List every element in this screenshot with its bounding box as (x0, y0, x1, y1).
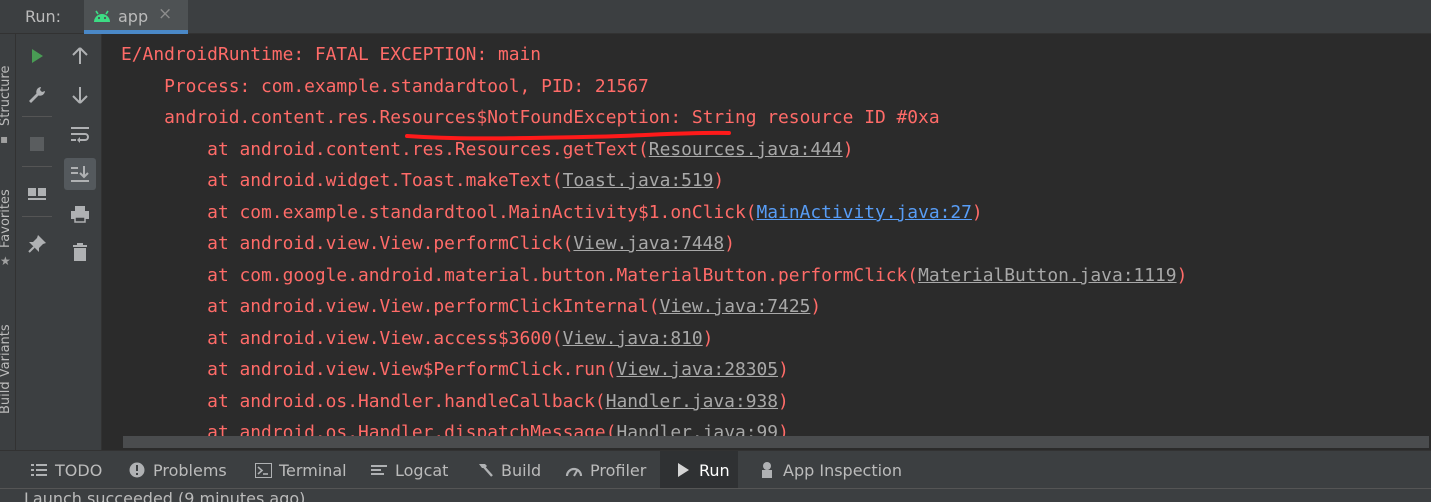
arrow-down-icon (72, 87, 88, 104)
pin-icon (28, 235, 46, 253)
tab-problems[interactable]: Problems (128, 451, 227, 489)
stop-icon (30, 137, 44, 151)
console-line: at com.example.standardtool.MainActivity… (121, 202, 983, 223)
run-tool-header: Run: app × (0, 0, 1431, 34)
favorites-tab[interactable]: Favorites (0, 189, 13, 248)
left-tool-strip: Structure ▪ Favorites ★ Build Variants (0, 34, 16, 450)
tab-build[interactable]: Build (476, 451, 541, 489)
console-line: at android.view.View$PerformClick.run(Vi… (121, 359, 789, 380)
stack-trace-link[interactable]: Resources.java:444 (649, 139, 843, 160)
layout-icon (28, 188, 46, 200)
hammer-icon (476, 461, 494, 479)
structure-icon: ▪ (0, 132, 9, 146)
tab-label: Profiler (590, 460, 647, 480)
build-variants-tab[interactable]: Build Variants (0, 324, 13, 414)
tab-profiler[interactable]: Profiler (565, 451, 646, 489)
console-line: at android.widget.Toast.makeText(Toast.j… (121, 170, 725, 191)
tab-logcat[interactable]: Logcat (370, 451, 448, 489)
console-line: at com.google.android.material.button.Ma… (121, 265, 1188, 286)
stack-trace-link[interactable]: MainActivity.java:27 (757, 202, 972, 223)
play-icon (674, 461, 692, 479)
info-circle-icon (128, 461, 146, 479)
arrow-up-icon (72, 47, 88, 64)
terminal-icon (254, 461, 272, 479)
star-icon: ★ (0, 254, 11, 268)
tab-label: Problems (153, 460, 227, 480)
console-line: at android.view.View.performClickInterna… (121, 296, 822, 317)
run-toolbar-console (58, 34, 102, 450)
run-label: Run: (25, 7, 62, 26)
tab-terminal[interactable]: Terminal (254, 451, 347, 489)
stack-trace-link[interactable]: View.java:810 (563, 328, 703, 349)
clear-all-button[interactable] (64, 236, 96, 268)
console-output[interactable]: E/AndroidRuntime: FATAL EXCEPTION: main … (103, 34, 1431, 450)
scroll-to-end-icon (71, 166, 89, 182)
tab-app-label: app (118, 7, 149, 26)
toolbar-separator (22, 166, 52, 167)
tab-app-inspection[interactable]: App Inspection (758, 451, 902, 489)
stack-trace-link[interactable]: View.java:7448 (573, 233, 724, 254)
tab-label: TODO (55, 460, 103, 480)
close-icon[interactable]: × (158, 4, 172, 24)
wrench-icon (29, 87, 45, 103)
tab-todo[interactable]: TODO (30, 451, 102, 489)
soft-wrap-icon (71, 127, 89, 143)
run-toolbar-left (16, 34, 58, 450)
structure-tab[interactable]: Structure (0, 66, 13, 126)
previous-occurrence-button[interactable] (64, 40, 96, 72)
tab-label: App Inspection (783, 460, 902, 480)
rerun-button[interactable] (21, 40, 53, 72)
tab-label: Terminal (279, 460, 347, 480)
console-line: E/AndroidRuntime: FATAL EXCEPTION: main (121, 44, 542, 65)
console-line: at android.os.Handler.handleCallback(Han… (121, 391, 789, 412)
printer-icon (71, 206, 89, 223)
edit-configuration-button[interactable] (21, 79, 53, 111)
print-button[interactable] (64, 198, 96, 230)
restore-layout-button[interactable] (21, 178, 53, 210)
console-line: at android.view.View.performClick(View.j… (121, 233, 735, 254)
android-icon (92, 8, 112, 27)
console-line: at android.view.View.access$3600(View.ja… (121, 328, 714, 349)
next-occurrence-button[interactable] (64, 79, 96, 111)
stack-trace-link[interactable]: View.java:7425 (660, 296, 811, 317)
list-icon (30, 461, 48, 479)
underline-annotation (405, 130, 731, 141)
stop-button[interactable] (21, 128, 53, 160)
status-text: Launch succeeded (9 minutes ago) (24, 489, 306, 502)
console-line: Process: com.example.standardtool, PID: … (121, 76, 649, 97)
stack-trace-link[interactable]: Handler.java:938 (606, 391, 778, 412)
tab-run[interactable]: Run (660, 451, 738, 489)
soft-wrap-button[interactable] (64, 118, 96, 150)
horizontal-scrollbar[interactable] (123, 436, 1429, 448)
stack-trace-link[interactable]: MaterialButton.java:1119 (918, 265, 1177, 286)
stack-trace-link[interactable]: View.java:28305 (616, 359, 778, 380)
pin-tab-button[interactable] (21, 228, 53, 260)
play-icon (32, 49, 43, 63)
logcat-icon (370, 461, 388, 479)
scroll-to-end-button[interactable] (64, 158, 96, 190)
status-bar: Launch succeeded (9 minutes ago) (0, 488, 1431, 502)
gauge-icon (565, 461, 583, 479)
tab-app[interactable]: app × (84, 0, 188, 34)
trash-icon (73, 243, 87, 261)
toolbar-separator (22, 216, 52, 217)
inspection-icon (758, 461, 776, 479)
tab-label: Build (501, 460, 542, 480)
bottom-tool-bar: TODO Problems Terminal Logcat Build Prof… (0, 450, 1431, 489)
tab-label: Logcat (395, 460, 449, 480)
tab-label: Run (699, 460, 730, 480)
console-line: android.content.res.Resources$NotFoundEx… (121, 107, 940, 128)
toolbar-separator (22, 116, 52, 117)
stack-trace-link[interactable]: Toast.java:519 (563, 170, 714, 191)
